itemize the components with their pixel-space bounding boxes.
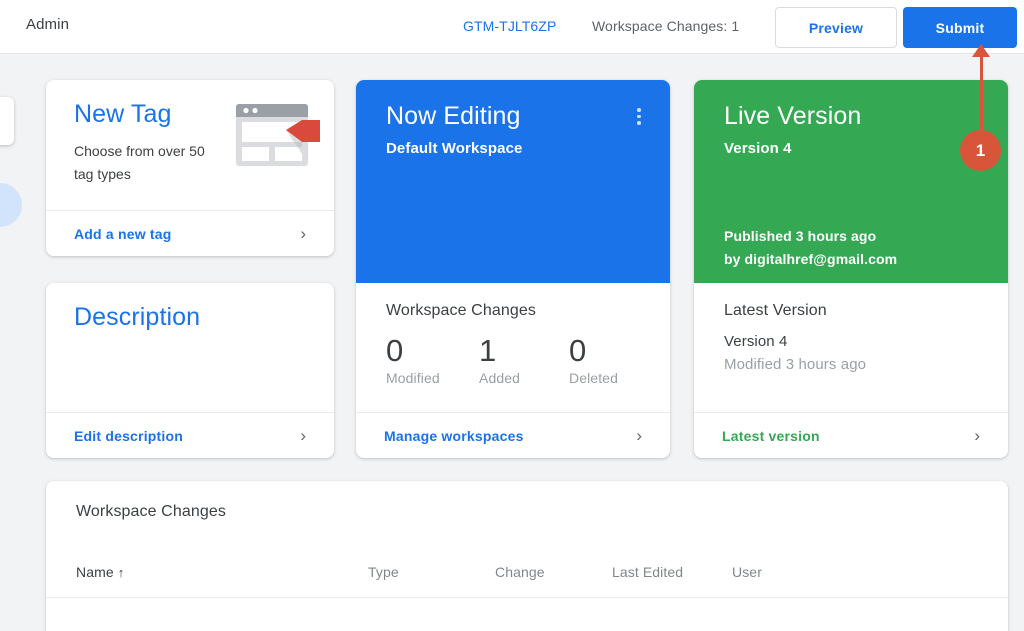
live-version-card: Live Version Version 4 Published 3 hours… (694, 80, 1008, 458)
workspace-changes-count: Workspace Changes: 1 (592, 18, 740, 34)
now-editing-title: Now Editing (386, 102, 521, 130)
submit-button[interactable]: Submit (903, 7, 1017, 48)
column-header-change[interactable]: Change (495, 564, 545, 580)
chevron-right-icon: › (636, 426, 642, 445)
container-id-link[interactable]: GTM-TJLT6ZP (463, 18, 556, 34)
workspace-changes-table-card: Workspace Changes Name ↑ Type Change Last… (46, 481, 1008, 631)
stat-modified-label: Modified (386, 370, 440, 386)
workspace-changes-heading: Workspace Changes (386, 302, 536, 319)
latest-version-modified: Modified 3 hours ago (724, 356, 867, 373)
stat-deleted-value: 0 (569, 333, 587, 368)
live-version-number: Version 4 (724, 140, 792, 157)
top-header-bar: Admin GTM-TJLT6ZP Workspace Changes: 1 P… (0, 0, 1024, 54)
left-rail-circle-partial[interactable] (0, 183, 22, 227)
now-editing-workspace-name: Default Workspace (386, 140, 523, 157)
stat-added-label: Added (479, 370, 520, 386)
column-header-type[interactable]: Type (368, 564, 399, 580)
new-tag-subtitle: Choose from over 50 tag types (74, 143, 205, 182)
stat-modified-value: 0 (386, 333, 404, 368)
stat-added-value: 1 (479, 333, 497, 368)
chevron-right-icon: › (974, 426, 980, 445)
description-title: Description (74, 303, 201, 331)
latest-version-footer[interactable]: Latest version › (694, 412, 1008, 458)
live-version-header: Live Version Version 4 Published 3 hours… (694, 80, 1008, 283)
annotation-arrow-line (980, 50, 983, 138)
sort-ascending-icon: ↑ (117, 565, 125, 580)
published-time: Published 3 hours ago (724, 228, 877, 244)
chevron-right-icon: › (300, 224, 306, 243)
column-header-user[interactable]: User (732, 564, 762, 580)
preview-button[interactable]: Preview (775, 7, 897, 48)
stat-deleted-label: Deleted (569, 370, 618, 386)
stat-added: 1 Added (479, 332, 551, 386)
published-by: by digitalhref@gmail.com (724, 251, 898, 267)
column-header-name[interactable]: Name ↑ (76, 564, 124, 580)
page-title: Admin (26, 16, 70, 33)
stat-modified: 0 Modified (386, 332, 461, 386)
new-tag-card: New Tag Choose from over 50 tag types Ad… (46, 80, 334, 256)
table-title: Workspace Changes (76, 503, 226, 520)
workspace-change-stats: 0 Modified 1 Added 0 Deleted (386, 332, 636, 386)
column-header-name-label: Name (76, 564, 114, 580)
latest-version-heading: Latest Version (724, 302, 827, 319)
manage-workspaces-footer[interactable]: Manage workspaces › (356, 412, 670, 458)
live-version-title: Live Version (724, 102, 862, 130)
edit-description-label: Edit description (74, 427, 183, 444)
left-rail-card-partial[interactable] (0, 97, 14, 145)
annotation-badge-1: 1 (960, 130, 1001, 171)
latest-version-number: Version 4 (724, 333, 788, 350)
add-new-tag-label: Add a new tag (74, 225, 172, 242)
edit-description-footer[interactable]: Edit description › (46, 412, 334, 458)
description-card: Description Edit description › (46, 283, 334, 458)
now-editing-card: Now Editing Default Workspace Workspace … (356, 80, 670, 458)
stat-deleted: 0 Deleted (569, 332, 618, 386)
now-editing-header: Now Editing Default Workspace (356, 80, 670, 283)
latest-version-label: Latest version (722, 427, 820, 444)
new-tag-title: New Tag (74, 100, 172, 128)
column-header-last-edited[interactable]: Last Edited (612, 564, 683, 580)
live-version-published-info: Published 3 hours ago by digitalhref@gma… (724, 225, 897, 271)
kebab-menu-icon[interactable] (630, 108, 648, 128)
manage-workspaces-label: Manage workspaces (384, 427, 524, 444)
table-header-row: Name ↑ Type Change Last Edited User (46, 554, 1008, 598)
add-new-tag-footer[interactable]: Add a new tag › (46, 210, 334, 256)
browser-tag-icon (236, 104, 320, 166)
chevron-right-icon: › (300, 426, 306, 445)
